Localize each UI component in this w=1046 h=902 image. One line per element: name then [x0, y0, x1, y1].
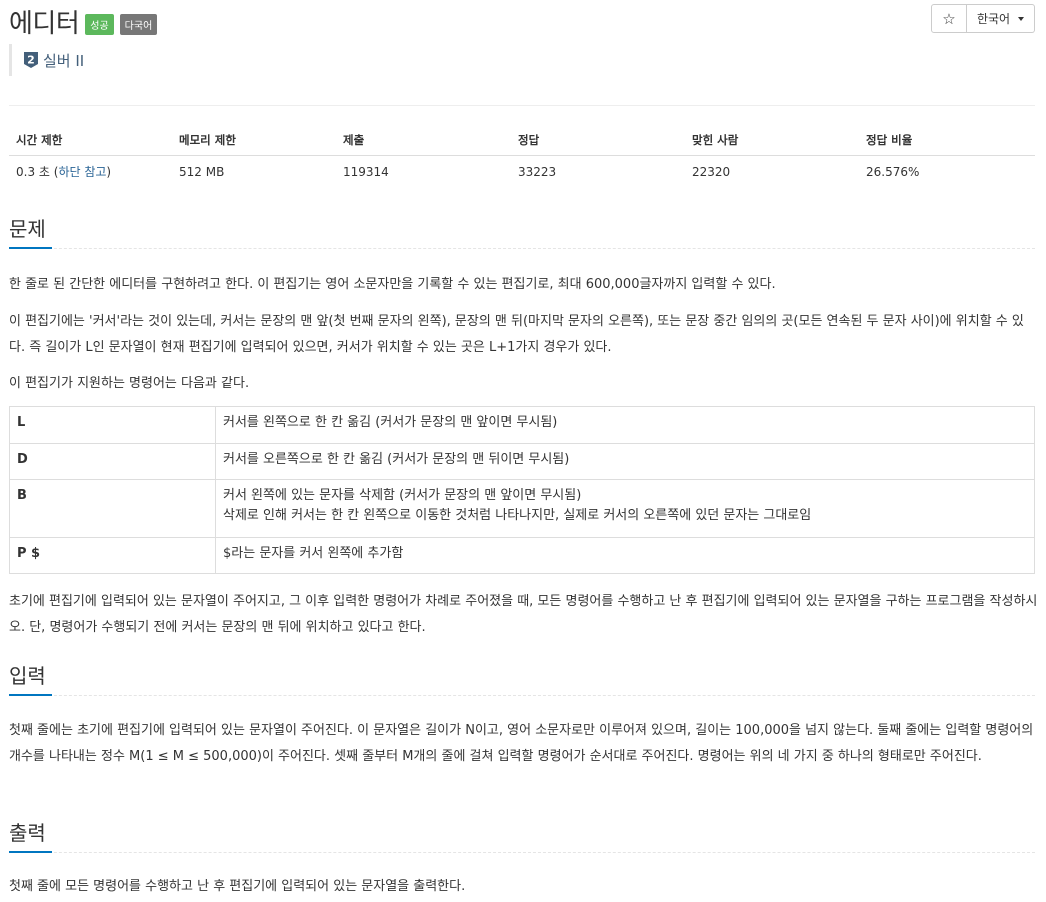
problem-paragraph-3: 이 편집기가 지원하는 명령어는 다음과 같다. [9, 376, 250, 391]
command-description: $라는 문자를 커서 왼쪽에 추가함 [215, 537, 1035, 574]
command-key: P $ [9, 537, 216, 574]
command-row: B 커서 왼쪽에 있는 문자를 삭제함 (커서가 문장의 맨 앞이면 무시됨) … [9, 479, 1035, 538]
svg-text:2: 2 [27, 54, 35, 67]
correct-value: 33223 [518, 164, 557, 179]
problem-paragraph-1: 한 줄로 된 간단한 에디터를 구현하려고 한다. 이 편집기는 영어 소문자만… [9, 277, 776, 292]
caret-down-icon [1018, 16, 1025, 21]
output-section-title: 출력 [9, 820, 52, 853]
info-time-cell: 0.3 초 (하단 참고) [9, 156, 172, 188]
star-icon: ☆ [942, 9, 956, 28]
solvers-value: 22320 [692, 164, 731, 179]
command-description-line: 커서를 왼쪽으로 한 칸 옮김 (커서가 문장의 맨 앞이면 무시됨) [223, 415, 558, 430]
language-label: 한국어 [976, 12, 1011, 26]
info-header-time: 시간 제한 [9, 124, 172, 156]
command-description: 커서를 왼쪽으로 한 칸 옮김 (커서가 문장의 맨 앞이면 무시됨) [215, 406, 1035, 444]
problem-section-title: 문제 [9, 216, 52, 249]
command-row: L 커서를 왼쪽으로 한 칸 옮김 (커서가 문장의 맨 앞이면 무시됨) [9, 406, 1035, 444]
output-section-header: 출력 [9, 820, 1035, 853]
problem-paragraph-4: 초기에 편집기에 입력되어 있는 문자열이 주어지고, 그 이후 입력한 명령어… [9, 594, 1038, 635]
problem-paragraph-2: 이 편집기에는 '커서'라는 것이 있는데, 커서는 문장의 맨 앞(첫 번째 … [9, 314, 1024, 355]
command-row: D 커서를 오른쪽으로 한 칸 옮김 (커서가 문장의 맨 뒤이면 무시됨) [9, 443, 1035, 480]
command-description-line: $라는 문자를 커서 왼쪽에 추가함 [223, 546, 404, 561]
memory-limit-value: 512 MB [179, 164, 225, 179]
info-header-ratio: 정답 비율 [859, 124, 1035, 156]
time-limit-note-link[interactable]: 하단 참고 [58, 165, 106, 179]
command-row: P $ $라는 문자를 커서 왼쪽에 추가함 [9, 537, 1035, 574]
info-header-memory: 메모리 제한 [172, 124, 336, 156]
input-description: 첫째 줄에는 초기에 편집기에 입력되어 있는 문자열이 주어진다. 이 문자열… [9, 723, 1034, 764]
tier-row: 2 실버 II [9, 44, 84, 76]
star-button[interactable]: ☆ [931, 4, 967, 33]
info-value-row: 0.3 초 (하단 참고) 512 MB 119314 33223 22320 … [9, 156, 1035, 188]
title-toolbar: ☆ 한국어 [931, 4, 1035, 33]
header-divider [9, 105, 1035, 106]
command-description: 커서 왼쪽에 있는 문자를 삭제함 (커서가 문장의 맨 앞이면 무시됨) 삭제… [215, 479, 1035, 538]
input-section-title: 입력 [9, 663, 52, 696]
command-key: L [9, 406, 216, 444]
command-description: 커서를 오른쪽으로 한 칸 옮김 (커서가 문장의 맨 뒤이면 무시됨) [215, 443, 1035, 480]
problem-info-table: 시간 제한 메모리 제한 제출 정답 맞힌 사람 정답 비율 0.3 초 (하단… [9, 124, 1035, 187]
status-badge-success[interactable]: 성공 [85, 13, 114, 35]
command-table: L 커서를 왼쪽으로 한 칸 옮김 (커서가 문장의 맨 앞이면 무시됨) D … [9, 406, 1035, 574]
status-badge-multilang[interactable]: 다국어 [119, 13, 158, 35]
info-header-submissions: 제출 [336, 124, 511, 156]
ratio-value: 26.576% [866, 164, 920, 179]
time-limit-value: 0.3 초 ( [16, 165, 59, 179]
command-key: B [9, 479, 216, 538]
title-row: 에디터 성공 다국어 [9, 4, 158, 39]
input-section-header: 입력 [9, 663, 1035, 696]
info-header-solvers: 맞힌 사람 [685, 124, 859, 156]
problem-title: 에디터 [9, 8, 80, 39]
command-description-line: 커서 왼쪽에 있는 문자를 삭제함 (커서가 문장의 맨 앞이면 무시됨) [223, 488, 582, 503]
submissions-value: 119314 [343, 164, 389, 179]
command-description-line: 삭제로 인해 커서는 한 칸 왼쪽으로 이동한 것처럼 나타나지만, 실제로 커… [223, 508, 812, 523]
language-dropdown[interactable]: 한국어 [967, 4, 1035, 33]
time-limit-close: ) [106, 165, 112, 179]
info-header-correct: 정답 [511, 124, 685, 156]
info-header-row: 시간 제한 메모리 제한 제출 정답 맞힌 사람 정답 비율 [9, 124, 1035, 156]
command-description-line: 커서를 오른쪽으로 한 칸 옮김 (커서가 문장의 맨 뒤이면 무시됨) [223, 452, 570, 467]
output-description: 첫째 줄에 모든 명령어를 수행하고 난 후 편집기에 입력되어 있는 문자열을… [9, 879, 466, 894]
problem-section-header: 문제 [9, 216, 1035, 249]
tier-label[interactable]: 실버 II [43, 50, 84, 71]
command-key: D [9, 443, 216, 480]
silver-tier-icon: 2 [24, 52, 38, 68]
